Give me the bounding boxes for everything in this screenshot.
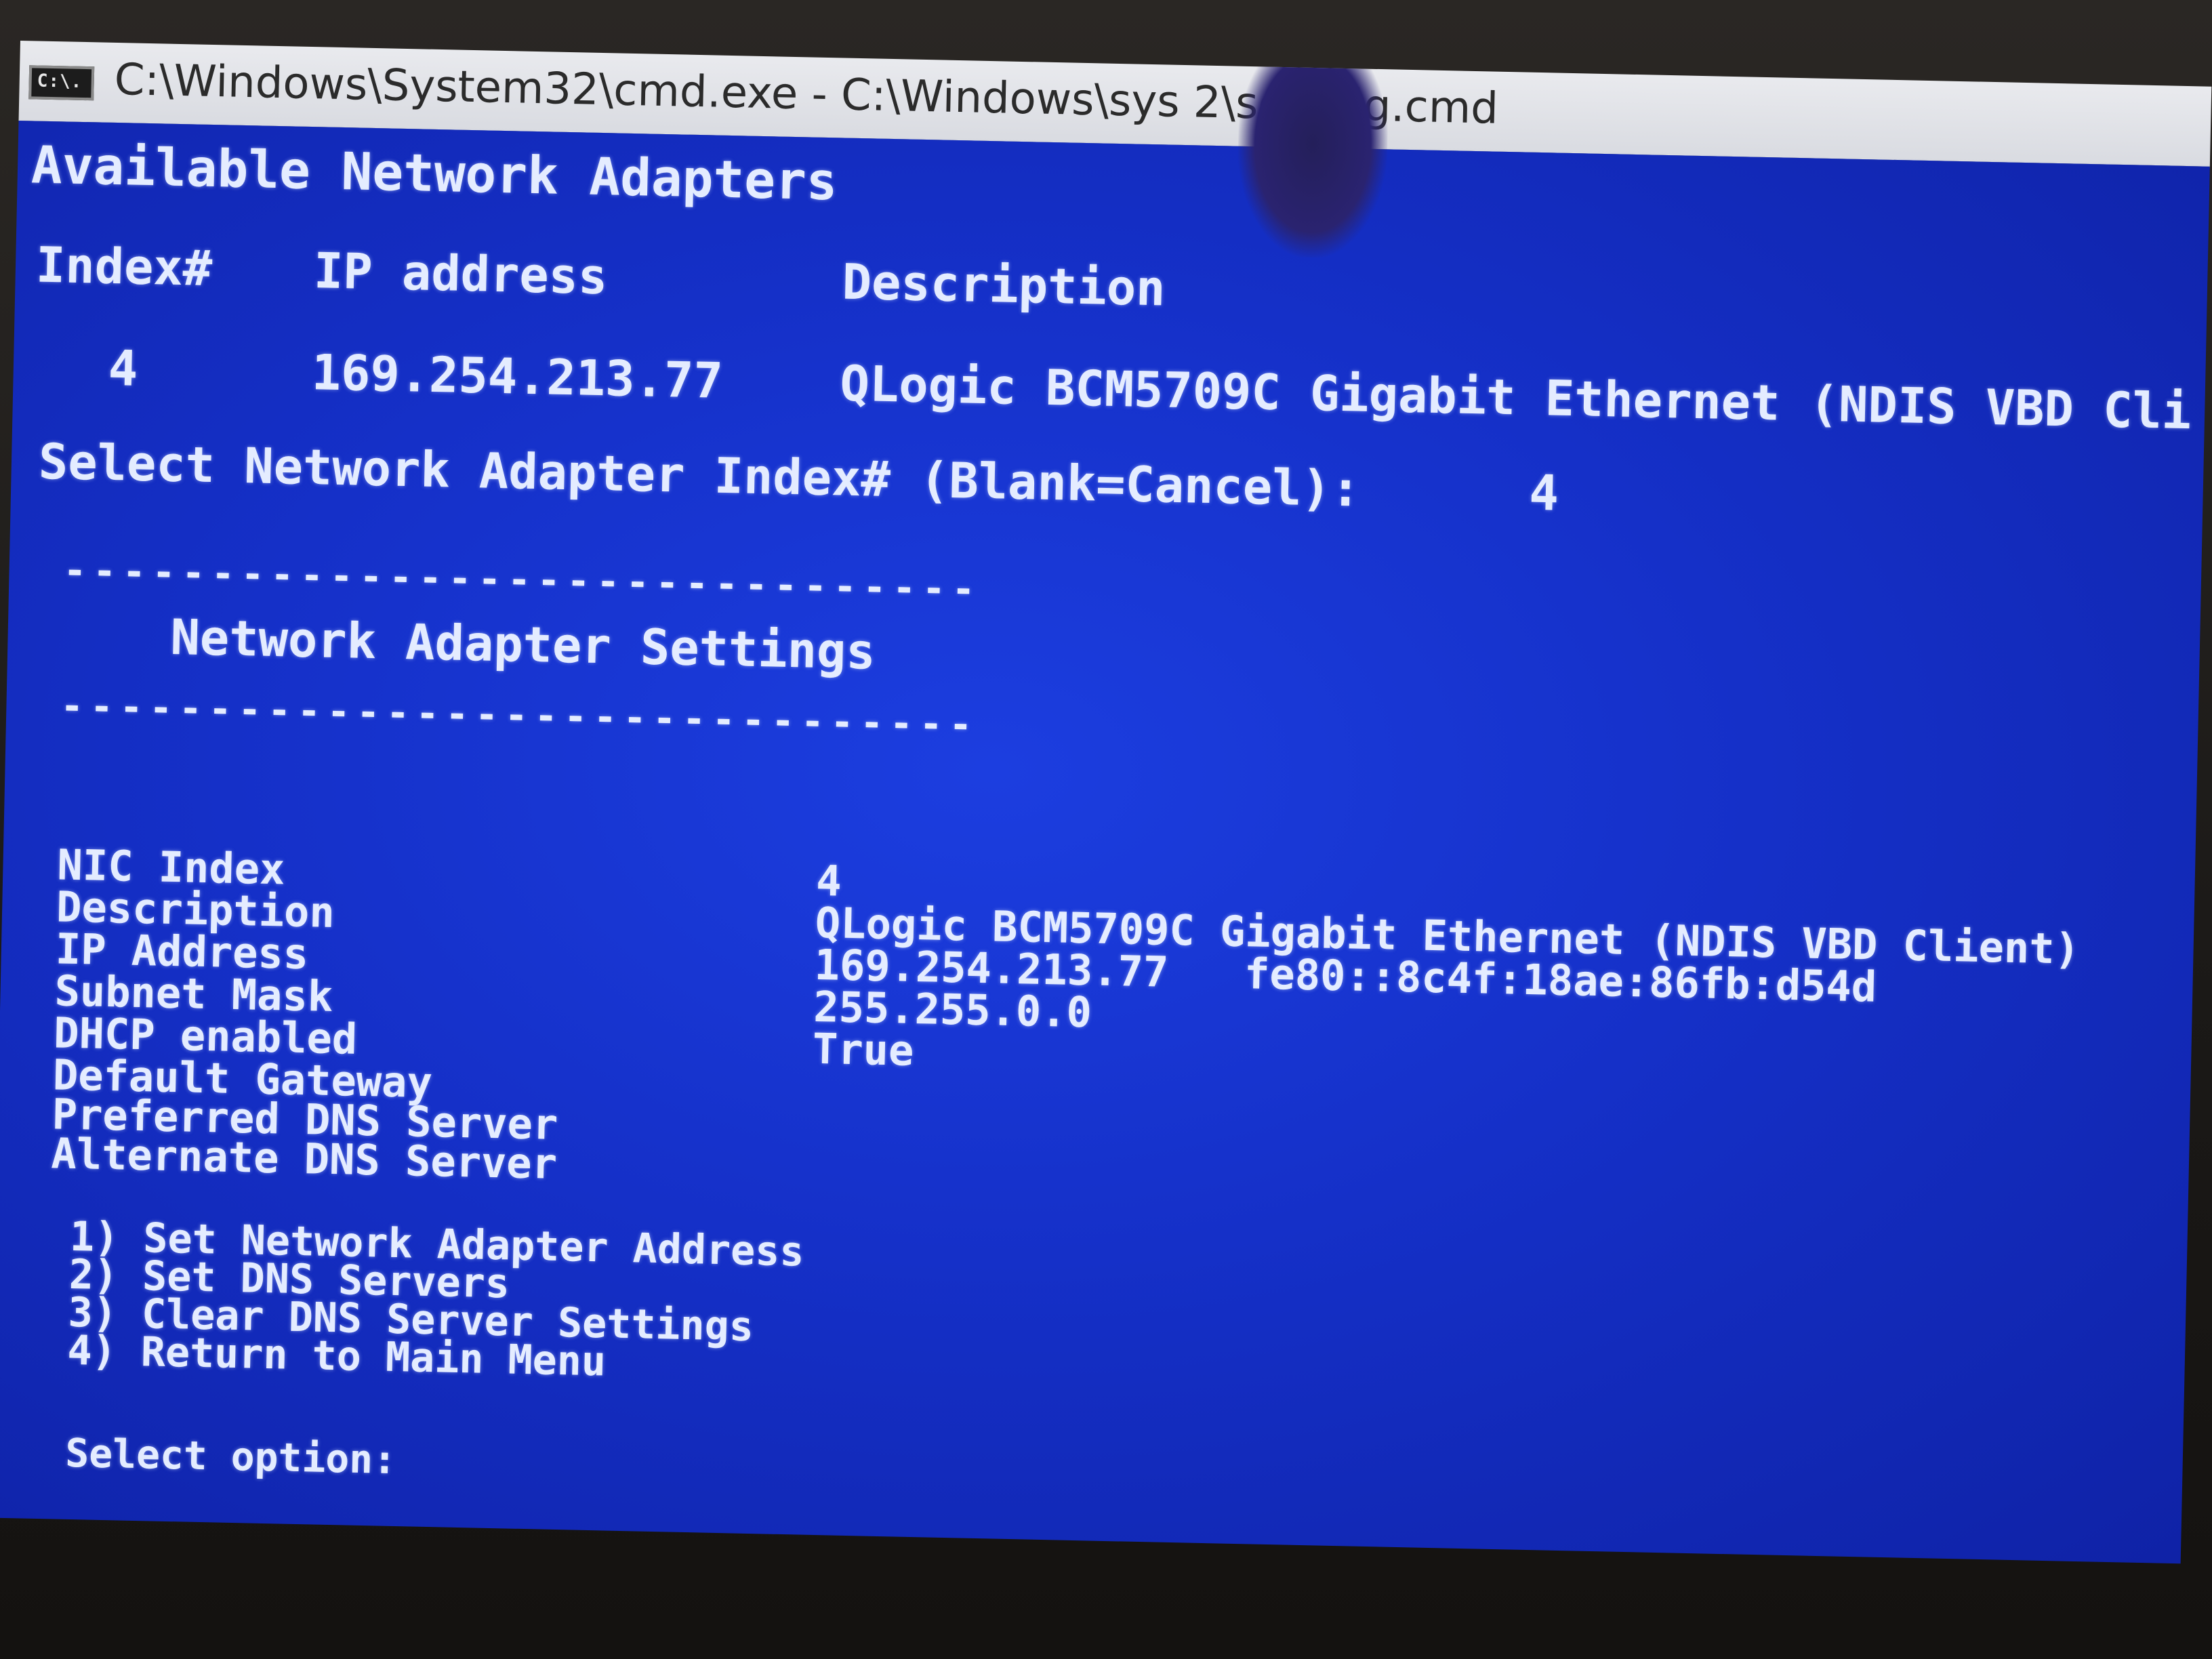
cmd-icon-text: C:\. bbox=[37, 70, 83, 92]
adapter-description: QLogic BCM5709C Gigabit Ethernet (NDIS V… bbox=[839, 354, 2192, 441]
setting-value-dhcp: True bbox=[812, 1023, 915, 1076]
cmd-window[interactable]: C:\. C:\Windows\System32\cmd.exe - C:\Wi… bbox=[0, 41, 2212, 1564]
header-ip: IP address bbox=[313, 242, 609, 306]
adapter-index: 4 bbox=[108, 339, 139, 397]
adapter-ip: 169.254.213.77 bbox=[310, 344, 724, 409]
select-option-prompt[interactable]: Select option: bbox=[65, 1430, 397, 1483]
header-description: Description bbox=[841, 253, 1166, 317]
setting-label-alternate-dns: Alternate DNS Server bbox=[50, 1128, 558, 1189]
select-adapter-value: 4 bbox=[1528, 464, 1559, 522]
header-index: Index# bbox=[35, 236, 213, 297]
adapters-heading: Available Network Adapters bbox=[30, 134, 838, 212]
separator-bottom: ------------------------------- bbox=[60, 684, 980, 747]
separator-top: ------------------------------- bbox=[62, 548, 983, 612]
screen-blot bbox=[1235, 66, 1389, 260]
cmd-icon[interactable]: C:\. bbox=[28, 65, 95, 101]
console-area[interactable]: Available Network Adapters Index# IP add… bbox=[0, 120, 2210, 1564]
select-adapter-prompt: Select Network Adapter Index# (Blank=Can… bbox=[38, 432, 1361, 518]
settings-title: Network Adapter Settings bbox=[169, 608, 876, 680]
